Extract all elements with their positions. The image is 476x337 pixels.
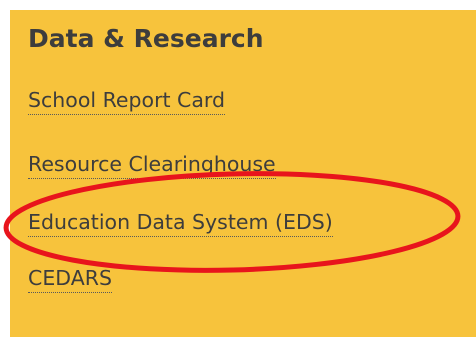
link-cedars[interactable]: CEDARS xyxy=(28,266,112,293)
link-school-report-card[interactable]: School Report Card xyxy=(28,88,226,115)
link-education-data-system[interactable]: Education Data System (EDS) xyxy=(28,210,333,237)
link-resource-clearinghouse[interactable]: Resource Clearinghouse xyxy=(28,152,276,179)
section-heading: Data & Research xyxy=(28,24,264,53)
